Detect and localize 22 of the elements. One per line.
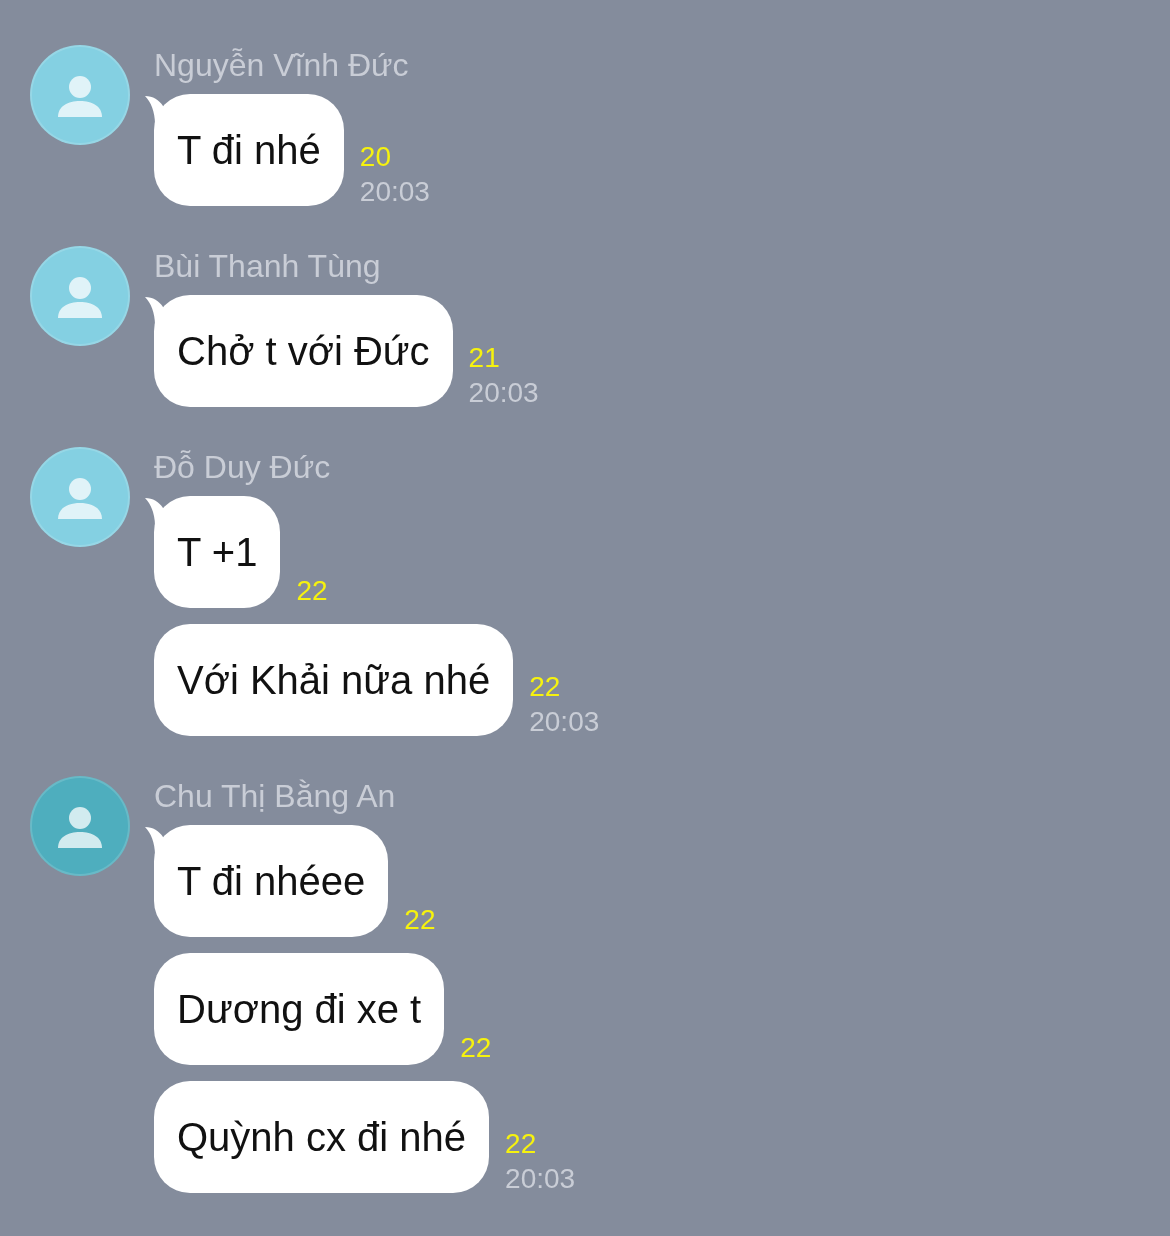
- message-time: 20:03: [529, 708, 600, 736]
- read-count: 22: [505, 1130, 538, 1158]
- sender-name: Bùi Thanh Tùng: [154, 250, 382, 282]
- sender-name: Chu Thị Bằng An: [154, 780, 397, 812]
- message-bubble: Chở t với Đức: [154, 295, 453, 407]
- message-bubble: T đi nhé: [154, 94, 344, 206]
- read-count: 22: [296, 577, 328, 605]
- message-bubble: Quỳnh cx đi nhé: [154, 1081, 490, 1193]
- read-count: 22: [460, 1034, 492, 1062]
- read-count: 22: [404, 906, 436, 934]
- message-bubble: T +1: [154, 496, 281, 608]
- sender-name: Đỗ Duy Đức: [154, 451, 332, 483]
- message-bubble: Dương đi xe t: [154, 953, 445, 1065]
- read-count: 22: [529, 673, 562, 701]
- message-time: 20:03: [359, 178, 430, 206]
- message-time: 20:03: [468, 379, 539, 407]
- read-count: 20: [359, 143, 392, 171]
- message-time: 20:03: [505, 1165, 576, 1193]
- message-bubble: T đi nhéee: [154, 825, 389, 937]
- sender-name: Nguyễn Vĩnh Đức: [154, 49, 410, 81]
- read-count: 21: [468, 344, 501, 372]
- message-bubble: Với Khải nữa nhé: [154, 624, 514, 736]
